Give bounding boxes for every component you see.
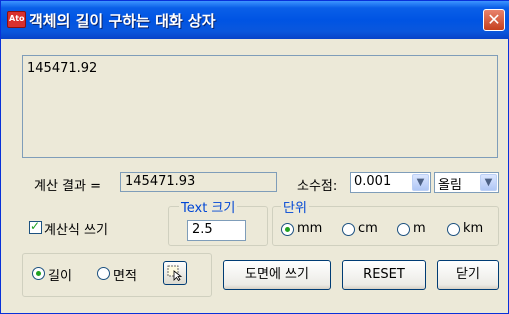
formula-checkbox[interactable] (29, 219, 42, 234)
result-display: 145471.92 (22, 55, 498, 158)
pick-object-button[interactable] (163, 261, 187, 285)
decimal-precision-value: 0.001 (354, 174, 392, 189)
formula-checkbox-label[interactable]: 계산식 쓰기 (44, 219, 108, 238)
mode-label-area[interactable]: 면적 (113, 265, 137, 284)
unit-label-km[interactable]: km (463, 221, 483, 236)
text-size-legend: Text 크기 (179, 197, 238, 216)
text-size-input[interactable]: 2.5 (187, 220, 246, 241)
mode-radio-area[interactable] (97, 267, 110, 280)
decimal-precision-select[interactable]: 0.001 ▼ (350, 172, 431, 193)
unit-label-cm[interactable]: cm (358, 221, 378, 236)
write-to-drawing-button[interactable]: 도면에 쓰기 (223, 260, 331, 290)
window-title: 객체의 길이 구하는 대화 상자 (29, 12, 216, 30)
mode-label-length[interactable]: 길이 (48, 265, 72, 284)
unit-radio-cm[interactable] (342, 223, 355, 236)
title-bar[interactable]: Ato 객체의 길이 구하는 대화 상자 ✕ (1, 1, 509, 39)
close-icon[interactable]: ✕ (483, 9, 505, 31)
unit-radio-km[interactable] (447, 223, 460, 236)
unit-label-mm[interactable]: mm (297, 221, 322, 236)
dialog-window: Ato 객체의 길이 구하는 대화 상자 ✕ 145471.92 계산 결과 =… (0, 0, 509, 314)
unit-radio-m[interactable] (397, 223, 410, 236)
pick-cursor-icon (167, 265, 183, 281)
rounding-select[interactable]: 올림 ▼ (434, 172, 499, 193)
unit-label-m[interactable]: m (413, 221, 426, 236)
chevron-down-icon[interactable]: ▼ (480, 174, 497, 191)
reset-button[interactable]: RESET (342, 260, 426, 290)
calc-result-label: 계산 결과 = (34, 179, 101, 194)
close-button[interactable]: 닫기 (437, 260, 499, 290)
app-icon-text: Ato (9, 14, 25, 23)
calc-result-field: 145471.93 (120, 172, 277, 192)
chevron-down-icon[interactable]: ▼ (412, 174, 429, 191)
units-legend: 단위 (281, 197, 309, 216)
rounding-value: 올림 (438, 178, 462, 193)
decimal-label: 소수점: (297, 179, 338, 194)
mode-radio-length[interactable] (32, 267, 45, 280)
unit-radio-mm[interactable] (281, 223, 294, 236)
app-icon: Ato (7, 11, 26, 28)
